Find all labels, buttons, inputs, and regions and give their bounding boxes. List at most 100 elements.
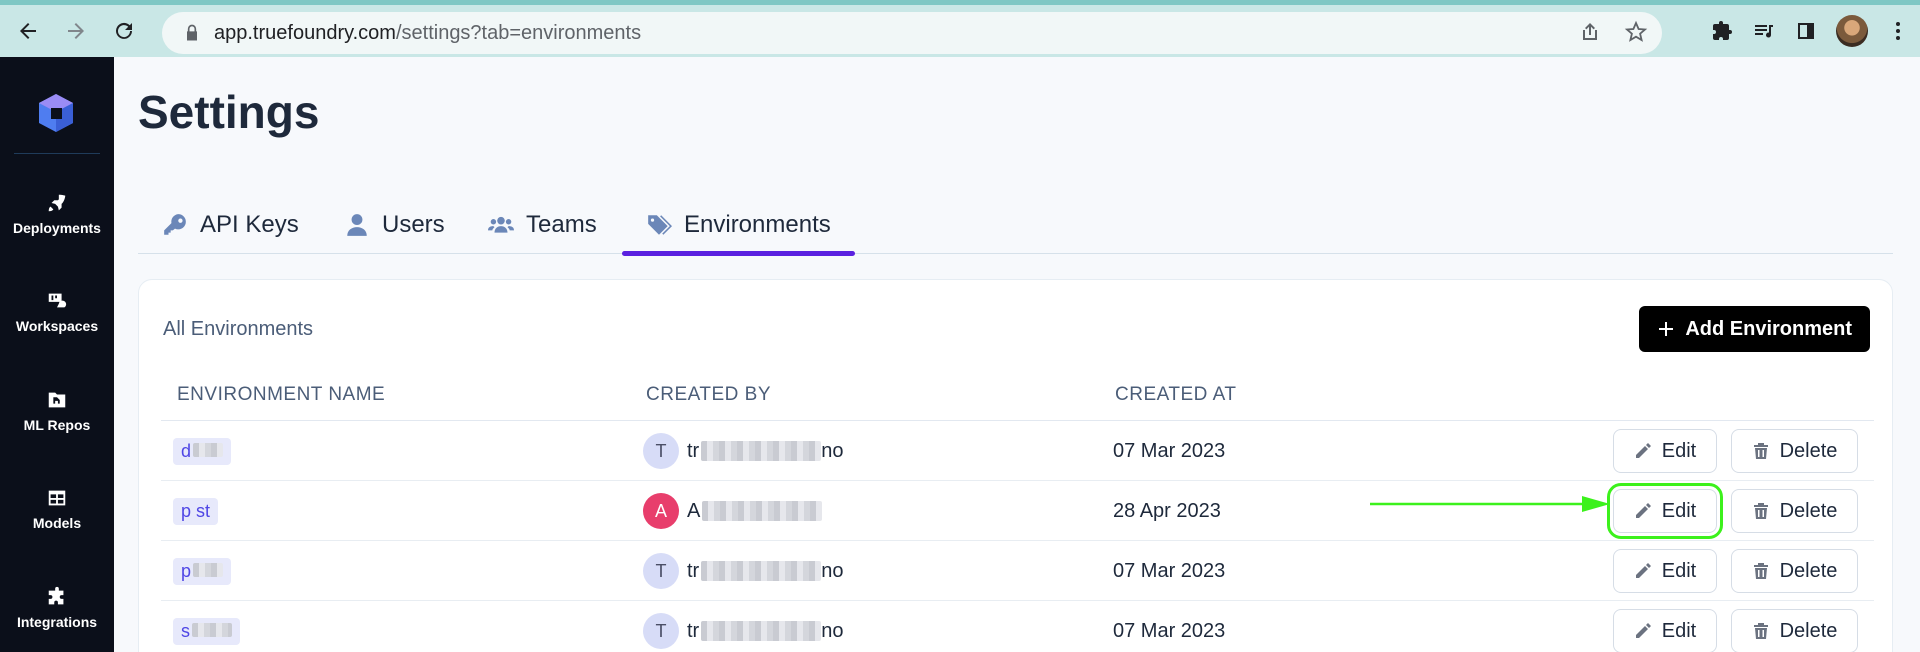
user-icon — [347, 213, 367, 236]
sidebar-item-workspaces[interactable]: Workspaces — [0, 290, 114, 336]
sidebar-item-label: ML Repos — [23, 417, 91, 433]
environment-name-link[interactable]: p — [173, 557, 232, 585]
column-header-created-by[interactable]: CREATED BY — [646, 384, 771, 406]
tab-label: API Keys — [200, 210, 299, 238]
address-bar[interactable]: app.truefoundry.com/settings?tab=environ… — [162, 12, 1662, 54]
environment-name-link[interactable]: s — [173, 617, 240, 645]
edit-label: Edit — [1661, 439, 1697, 462]
creator-name: tr — [687, 619, 700, 642]
creator-name-suffix: no — [821, 559, 844, 582]
share-icon[interactable] — [1578, 20, 1602, 44]
edit-button[interactable]: Edit — [1607, 483, 1723, 539]
created-by-cell: A A — [643, 481, 823, 541]
settings-tabs: API Keys Users Teams Environments — [138, 195, 1893, 256]
sidebar-divider — [14, 153, 100, 154]
page-title: Settings — [138, 86, 320, 138]
url-text: app.truefoundry.com/settings?tab=environ… — [214, 22, 641, 45]
arrow-right-icon — [68, 23, 84, 39]
rocket-icon — [48, 194, 66, 212]
environments-card: All Environments Add Environment ENVIRON… — [138, 279, 1893, 652]
redacted-text — [193, 562, 224, 577]
folder-icon — [48, 392, 66, 408]
sidebar-item-label: Deployments — [13, 220, 101, 236]
truefoundry-logo-icon[interactable] — [35, 92, 77, 134]
table-icon — [48, 490, 66, 506]
environment-name: s — [181, 620, 190, 641]
edit-button[interactable]: Edit — [1613, 549, 1717, 593]
reload-icon — [116, 22, 132, 39]
menu-dots-icon[interactable] — [1886, 19, 1910, 43]
tab-label: Environments — [684, 210, 831, 238]
column-header-created-at[interactable]: CREATED AT — [1115, 384, 1236, 406]
delete-label: Delete — [1779, 439, 1838, 462]
environment-name-link[interactable]: d — [173, 437, 232, 465]
workspaces-icon — [48, 293, 67, 308]
redacted-text — [193, 442, 224, 457]
environments-table: ENVIRONMENT NAME CREATED BY CREATED AT d… — [161, 368, 1874, 652]
forward-button[interactable] — [56, 11, 96, 51]
delete-button[interactable]: Delete — [1731, 489, 1858, 533]
back-button[interactable] — [8, 11, 48, 51]
delete-button[interactable]: Delete — [1731, 429, 1858, 473]
created-by-cell: T tr no — [643, 601, 843, 652]
trash-icon — [1753, 623, 1768, 639]
sidebar: Deployments Workspaces ML Repos Models I… — [0, 57, 114, 652]
edit-label: Edit — [1661, 619, 1697, 642]
tab-label: Users — [382, 210, 445, 238]
environment-name-cell: d — [173, 421, 232, 481]
add-environment-label: Add Environment — [1685, 317, 1852, 340]
profile-avatar[interactable] — [1836, 15, 1868, 47]
tab-users[interactable]: Users — [344, 195, 445, 254]
side-panel-icon[interactable] — [1794, 19, 1818, 43]
reload-button[interactable] — [104, 11, 144, 51]
column-header-name[interactable]: ENVIRONMENT NAME — [177, 384, 385, 406]
sidebar-item-deployments[interactable]: Deployments — [0, 192, 114, 238]
add-environment-button[interactable]: Add Environment — [1639, 306, 1870, 352]
table-row: s T tr no 07 Mar 2023 Edit Delete — [161, 601, 1874, 652]
puzzle-icon — [48, 586, 64, 605]
trash-icon — [1753, 563, 1768, 579]
delete-button[interactable]: Delete — [1731, 549, 1858, 593]
table-row: p st A A 28 Apr 2023 Edit Delete — [161, 481, 1874, 541]
sidebar-item-label: Workspaces — [15, 318, 99, 334]
table-header: ENVIRONMENT NAME CREATED BY CREATED AT — [161, 368, 1874, 421]
created-by-cell: T tr no — [643, 421, 843, 481]
tab-label: Teams — [526, 210, 597, 238]
users-icon — [488, 216, 514, 233]
avatar: T — [643, 613, 679, 649]
redacted-text — [701, 621, 822, 641]
creator-name-suffix: no — [821, 439, 844, 462]
created-at-cell: 07 Mar 2023 — [1113, 439, 1226, 462]
pencil-icon — [1635, 443, 1651, 458]
edit-button[interactable]: Edit — [1613, 429, 1717, 473]
browser-toolbar: app.truefoundry.com/settings?tab=environ… — [0, 0, 1920, 57]
star-icon[interactable] — [1624, 20, 1648, 44]
delete-label: Delete — [1779, 619, 1838, 642]
tags-icon — [648, 214, 672, 235]
sidebar-item-integrations[interactable]: Integrations — [0, 586, 114, 632]
environment-name: d — [181, 440, 192, 461]
delete-button[interactable]: Delete — [1731, 609, 1858, 652]
creator-name-suffix: no — [821, 619, 844, 642]
tab-environments[interactable]: Environments — [622, 195, 855, 256]
environment-name-link[interactable]: p st — [173, 497, 219, 525]
avatar: T — [643, 433, 679, 469]
pencil-icon — [1635, 623, 1651, 638]
plus-icon — [1659, 322, 1674, 336]
edit-button[interactable]: Edit — [1613, 609, 1717, 652]
environment-name-cell: p st — [173, 481, 219, 541]
creator-name: tr — [687, 559, 700, 582]
annotation-arrow-icon — [1370, 496, 1610, 512]
sidebar-item-ml-repos[interactable]: ML Repos — [0, 389, 114, 435]
tab-teams[interactable]: Teams — [488, 195, 597, 254]
creator-name: tr — [687, 439, 700, 462]
media-icon[interactable] — [1752, 19, 1776, 43]
environment-name: p — [181, 560, 192, 581]
created-at-cell: 07 Mar 2023 — [1113, 619, 1226, 642]
arrow-left-icon — [20, 23, 36, 39]
created-by-cell: T tr no — [643, 541, 843, 601]
tab-api-keys[interactable]: API Keys — [162, 195, 299, 254]
sidebar-item-models[interactable]: Models — [0, 487, 114, 533]
trash-icon — [1753, 503, 1768, 519]
extensions-icon[interactable] — [1710, 19, 1734, 43]
